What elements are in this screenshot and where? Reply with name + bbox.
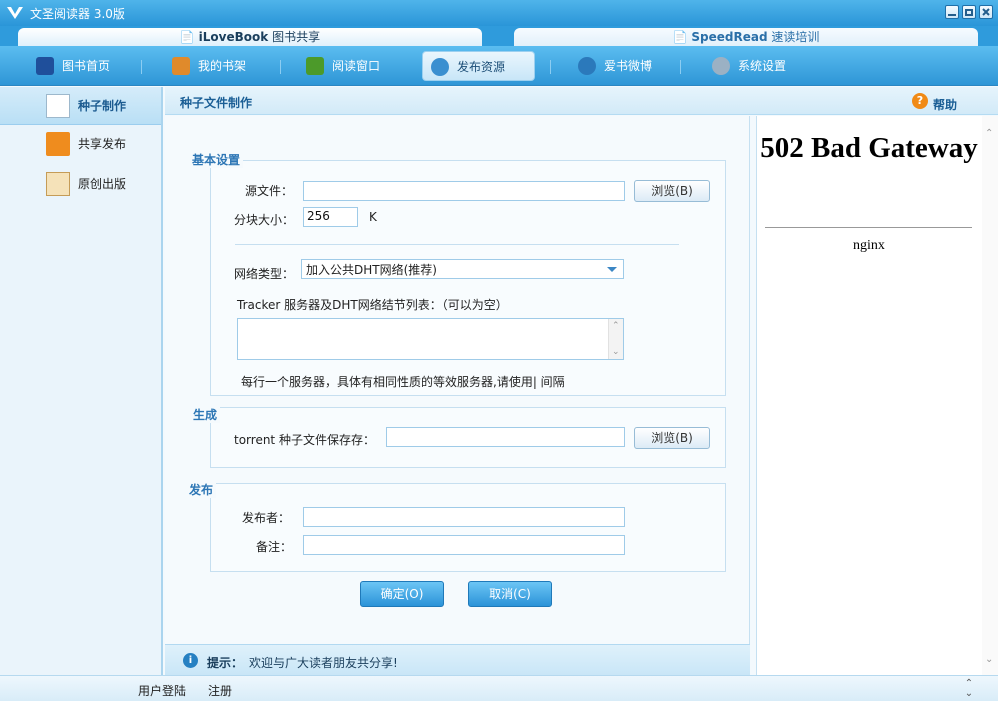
network-type-select[interactable]: 加入公共DHT网络(推荐): [301, 259, 624, 279]
network-type-value: 加入公共DHT网络(推荐): [306, 263, 437, 277]
browse-source-button[interactable]: 浏览(B): [634, 180, 710, 202]
document-icon: 📄: [672, 30, 688, 44]
note-input[interactable]: [303, 535, 625, 555]
info-icon: i: [183, 653, 198, 668]
publisher-input[interactable]: [303, 507, 625, 527]
nav-publish[interactable]: 发布资源: [422, 51, 535, 81]
help-icon[interactable]: ?: [912, 93, 928, 109]
nav-home-label: 图书首页: [62, 59, 111, 73]
source-file-label: 源文件：: [245, 184, 294, 198]
web-panel-scrollbar[interactable]: ⌃ ⌄: [982, 116, 998, 675]
title-bar: 文圣阅读器 3.0版: [0, 0, 998, 26]
scroll-down-icon[interactable]: ⌄: [985, 654, 993, 665]
maximize-button[interactable]: [962, 5, 976, 19]
tracker-hint: 每行一个服务器，具体有相同性质的等效服务器,请使用| 间隔: [241, 375, 565, 389]
scroll-down-icon[interactable]: ⌄: [612, 347, 620, 357]
tab-speedread-brand: SpeedRead: [691, 30, 768, 44]
content-header: 种子文件制作 ? 帮助: [165, 87, 998, 115]
generate-legend: 生成: [190, 406, 221, 423]
main-nav: 图书首页 我的书架 阅读窗口 发布资源 爱书微博 系统设置: [0, 46, 998, 86]
nav-separator: [680, 60, 681, 74]
top-tab-bar: 📄 iLoveBook 图书共享 📄 SpeedRead 速读培训: [0, 26, 998, 46]
nav-bookshelf-label: 我的书架: [198, 59, 247, 73]
scroll-up-icon[interactable]: ⌃: [985, 128, 993, 139]
chevron-down-icon: [607, 267, 617, 272]
globe-icon: [431, 58, 449, 76]
nav-weibo[interactable]: 爱书微博: [570, 51, 674, 81]
nav-reading-window[interactable]: 阅读窗口: [298, 51, 408, 81]
web-panel: 502 Bad Gateway nginx ⌃ ⌄: [756, 116, 998, 675]
cancel-button[interactable]: 取消(C): [468, 581, 552, 607]
basic-settings-legend: 基本设置: [189, 151, 244, 168]
nav-bookshelf[interactable]: 我的书架: [164, 51, 268, 81]
error-divider: [765, 227, 972, 228]
tab-ilovebook[interactable]: 📄 iLoveBook 图书共享: [18, 28, 482, 46]
tip-text: 欢迎与广大读者朋友共分享!: [249, 656, 398, 670]
sidebar-item-label: 种子制作: [78, 99, 127, 113]
tip-bar: i 提示： 欢迎与广大读者朋友共分享!: [165, 644, 750, 675]
login-link[interactable]: 用户登陆: [138, 682, 186, 699]
close-icon: [982, 8, 990, 16]
document-edit-icon: [46, 94, 70, 118]
nav-reading-label: 阅读窗口: [332, 59, 381, 73]
publisher-label: 发布者：: [242, 511, 291, 525]
sidebar-item-seed[interactable]: 种子制作: [0, 87, 161, 125]
torrent-save-label: torrent 种子文件保存存：: [234, 433, 375, 447]
sidebar-item-label: 共享发布: [78, 137, 127, 151]
tracker-textarea[interactable]: ⌃ ⌄: [237, 318, 624, 360]
sidebar-item-share[interactable]: 共享发布: [0, 125, 161, 163]
publish-legend: 发布: [186, 481, 217, 498]
publish-group: [210, 483, 726, 572]
minimize-button[interactable]: [945, 5, 959, 19]
window-title: 文圣阅读器 3.0版: [30, 7, 125, 21]
nav-publish-label: 发布资源: [457, 60, 506, 74]
nav-separator: [280, 60, 281, 74]
facebook-icon: [36, 57, 54, 75]
server-name: nginx: [853, 238, 885, 253]
tab-ilovebook-brand: iLoveBook: [198, 30, 269, 44]
tab-speedread[interactable]: 📄 SpeedRead 速读培训: [514, 28, 978, 46]
book-icon: 📄: [179, 30, 195, 44]
divider: [235, 244, 679, 245]
scroll-up-icon[interactable]: ⌃: [612, 321, 620, 331]
form-area: 基本设置 源文件： 浏览(B) 分块大小： 256 K 网络类型： 加入公共DH…: [165, 116, 750, 644]
browse-save-button[interactable]: 浏览(B): [634, 427, 710, 449]
status-bar: 用户登陆 注册 ⌃ ⌄: [0, 675, 998, 701]
nav-separator: [141, 60, 142, 74]
block-size-unit: K: [369, 210, 377, 224]
nav-settings-label: 系统设置: [738, 59, 787, 73]
close-button[interactable]: [979, 5, 993, 19]
help-link[interactable]: 帮助: [933, 96, 957, 113]
block-size-input[interactable]: 256: [303, 207, 358, 227]
book-share-icon: [46, 132, 70, 156]
open-book-icon: [306, 57, 324, 75]
note-label: 备注：: [256, 540, 293, 554]
tip-label: 提示：: [207, 656, 244, 670]
block-size-label: 分块大小：: [234, 213, 295, 227]
nav-weibo-label: 爱书微博: [604, 59, 653, 73]
nav-settings[interactable]: 系统设置: [704, 51, 808, 81]
register-link[interactable]: 注册: [208, 682, 232, 699]
tracker-scrollbar[interactable]: ⌃ ⌄: [608, 319, 623, 359]
source-file-input[interactable]: [303, 181, 625, 201]
gear-icon: [712, 57, 730, 75]
nav-home[interactable]: 图书首页: [28, 51, 132, 81]
ok-button[interactable]: 确定(O): [360, 581, 444, 607]
tab-ilovebook-label: 图书共享: [268, 30, 321, 44]
error-heading: 502 Bad Gateway: [760, 132, 978, 164]
tab-speedread-label: 速读培训: [767, 30, 820, 44]
nav-separator: [550, 60, 551, 74]
expand-collapse-icon[interactable]: ⌃ ⌄: [962, 679, 976, 699]
sidebar: 种子制作 共享发布 原创出版: [0, 87, 163, 675]
notebook-icon: [46, 172, 70, 196]
app-logo-icon: [7, 7, 23, 19]
sidebar-item-label: 原创出版: [78, 177, 127, 191]
network-type-label: 网络类型：: [234, 267, 295, 281]
twitter-icon: [578, 57, 596, 75]
tracker-label: Tracker 服务器及DHT网络结节列表：（可以为空）: [237, 298, 508, 312]
sidebar-item-original[interactable]: 原创出版: [0, 165, 161, 203]
torrent-save-input[interactable]: [386, 427, 625, 447]
bookshelf-icon: [172, 57, 190, 75]
page-title: 种子文件制作: [180, 96, 253, 110]
